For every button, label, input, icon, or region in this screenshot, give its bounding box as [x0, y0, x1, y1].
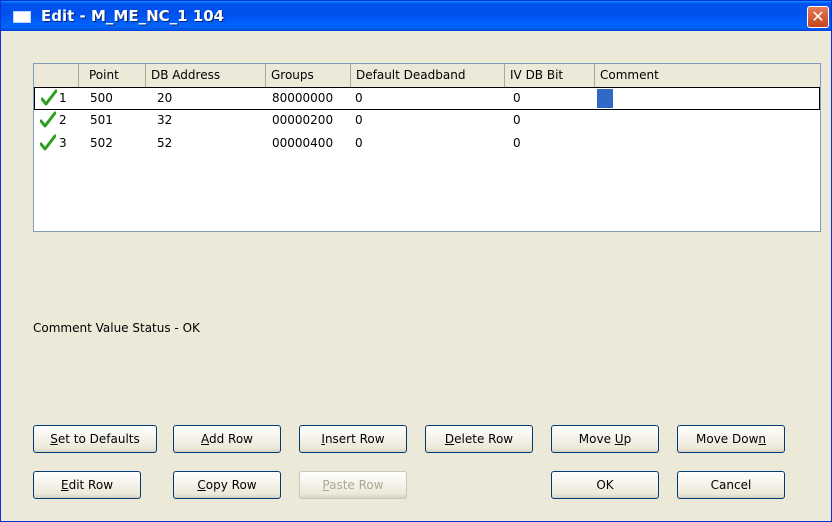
ok-button[interactable]: OK	[551, 471, 659, 499]
move-up-button[interactable]: Move Up	[551, 425, 659, 453]
title-bar[interactable]: Edit - M_ME_NC_1 104 ✕	[1, 1, 831, 31]
point-cell[interactable]: 502	[90, 133, 113, 154]
button-label-pre: Move	[578, 432, 615, 446]
button-label-accel: n	[758, 432, 766, 446]
default-deadband-cell[interactable]: 0	[355, 110, 363, 131]
button-label-post: p	[623, 432, 632, 446]
button-label-post: dit Row	[68, 478, 114, 492]
column-header-groups[interactable]: Groups	[266, 64, 351, 87]
groups-cell[interactable]: 00000400	[272, 133, 333, 154]
button-label-post: elete Row	[454, 432, 514, 446]
button-label-pre: Move Dow	[696, 432, 759, 446]
edit-dialog: Edit - M_ME_NC_1 104 ✕ Point DB Address …	[0, 0, 832, 522]
button-label: Cancel	[710, 478, 752, 492]
button-label-accel: S	[50, 432, 58, 446]
table-row[interactable]: 1 500 20 80000000 0 0	[34, 87, 820, 110]
iv-db-bit-cell[interactable]: 0	[513, 110, 521, 131]
copy-row-button[interactable]: Copy Row	[173, 471, 281, 499]
insert-row-button[interactable]: Insert Row	[299, 425, 407, 453]
table-row[interactable]: 3 502 52 00000400 0 0	[34, 133, 820, 156]
button-label-post: dd Row	[208, 432, 253, 446]
window-icon	[13, 11, 31, 23]
column-header-default-deadband[interactable]: Default Deadband	[351, 64, 505, 87]
db-address-cell[interactable]: 20	[157, 88, 172, 109]
row-index: 2	[59, 113, 67, 127]
table-row[interactable]: 2 501 32 00000200 0 0	[34, 110, 820, 133]
row-index: 3	[59, 136, 67, 150]
checkmark-icon	[40, 134, 56, 151]
button-label-accel: E	[60, 478, 69, 492]
comment-cell-selected[interactable]	[597, 89, 613, 108]
button-label-accel: U	[614, 432, 624, 446]
button-label-accel: A	[200, 432, 209, 446]
close-button[interactable]: ✕	[807, 6, 829, 28]
db-address-cell[interactable]: 52	[157, 133, 172, 154]
checkmark-icon	[41, 89, 57, 106]
table-header: Point DB Address Groups Default Deadband…	[34, 64, 820, 88]
button-label-post: opy Row	[205, 478, 257, 492]
button-label: OK	[596, 478, 614, 492]
window-title: Edit - M_ME_NC_1 104	[41, 7, 225, 25]
point-cell[interactable]: 500	[90, 88, 113, 109]
default-deadband-cell[interactable]: 0	[355, 133, 363, 154]
cancel-button[interactable]: Cancel	[677, 471, 785, 499]
button-label-post: et to Defaults	[57, 432, 140, 446]
groups-cell[interactable]: 00000200	[272, 110, 333, 131]
button-label-post: nsert Row	[324, 432, 385, 446]
column-header-comment[interactable]: Comment	[595, 64, 820, 87]
add-row-button[interactable]: Add Row	[173, 425, 281, 453]
default-deadband-cell[interactable]: 0	[355, 88, 363, 109]
set-to-defaults-button[interactable]: Set to Defaults	[33, 425, 157, 453]
delete-row-button[interactable]: Delete Row	[425, 425, 533, 453]
close-icon: ✕	[811, 7, 825, 26]
comment-status-text: Comment Value Status - OK	[33, 321, 200, 335]
column-header-db-address[interactable]: DB Address	[146, 64, 266, 87]
points-table[interactable]: Point DB Address Groups Default Deadband…	[33, 63, 821, 232]
column-header-point[interactable]: Point	[79, 64, 146, 87]
iv-db-bit-cell[interactable]: 0	[513, 88, 521, 109]
edit-row-button[interactable]: Edit Row	[33, 471, 141, 499]
row-index: 1	[59, 91, 67, 105]
paste-row-button[interactable]: Paste Row	[299, 471, 407, 499]
move-down-button[interactable]: Move Down	[677, 425, 785, 453]
iv-db-bit-cell[interactable]: 0	[513, 133, 521, 154]
button-label-accel: C	[197, 478, 206, 492]
column-header-status[interactable]	[34, 64, 79, 87]
point-cell[interactable]: 501	[90, 110, 113, 131]
dialog-body: Point DB Address Groups Default Deadband…	[1, 31, 831, 521]
db-address-cell[interactable]: 32	[157, 110, 172, 131]
groups-cell[interactable]: 80000000	[272, 88, 333, 109]
checkmark-icon	[40, 111, 56, 128]
button-label-accel: D	[444, 432, 455, 446]
column-header-iv-db-bit[interactable]: IV DB Bit	[505, 64, 595, 87]
button-label-post: aste Row	[329, 478, 384, 492]
